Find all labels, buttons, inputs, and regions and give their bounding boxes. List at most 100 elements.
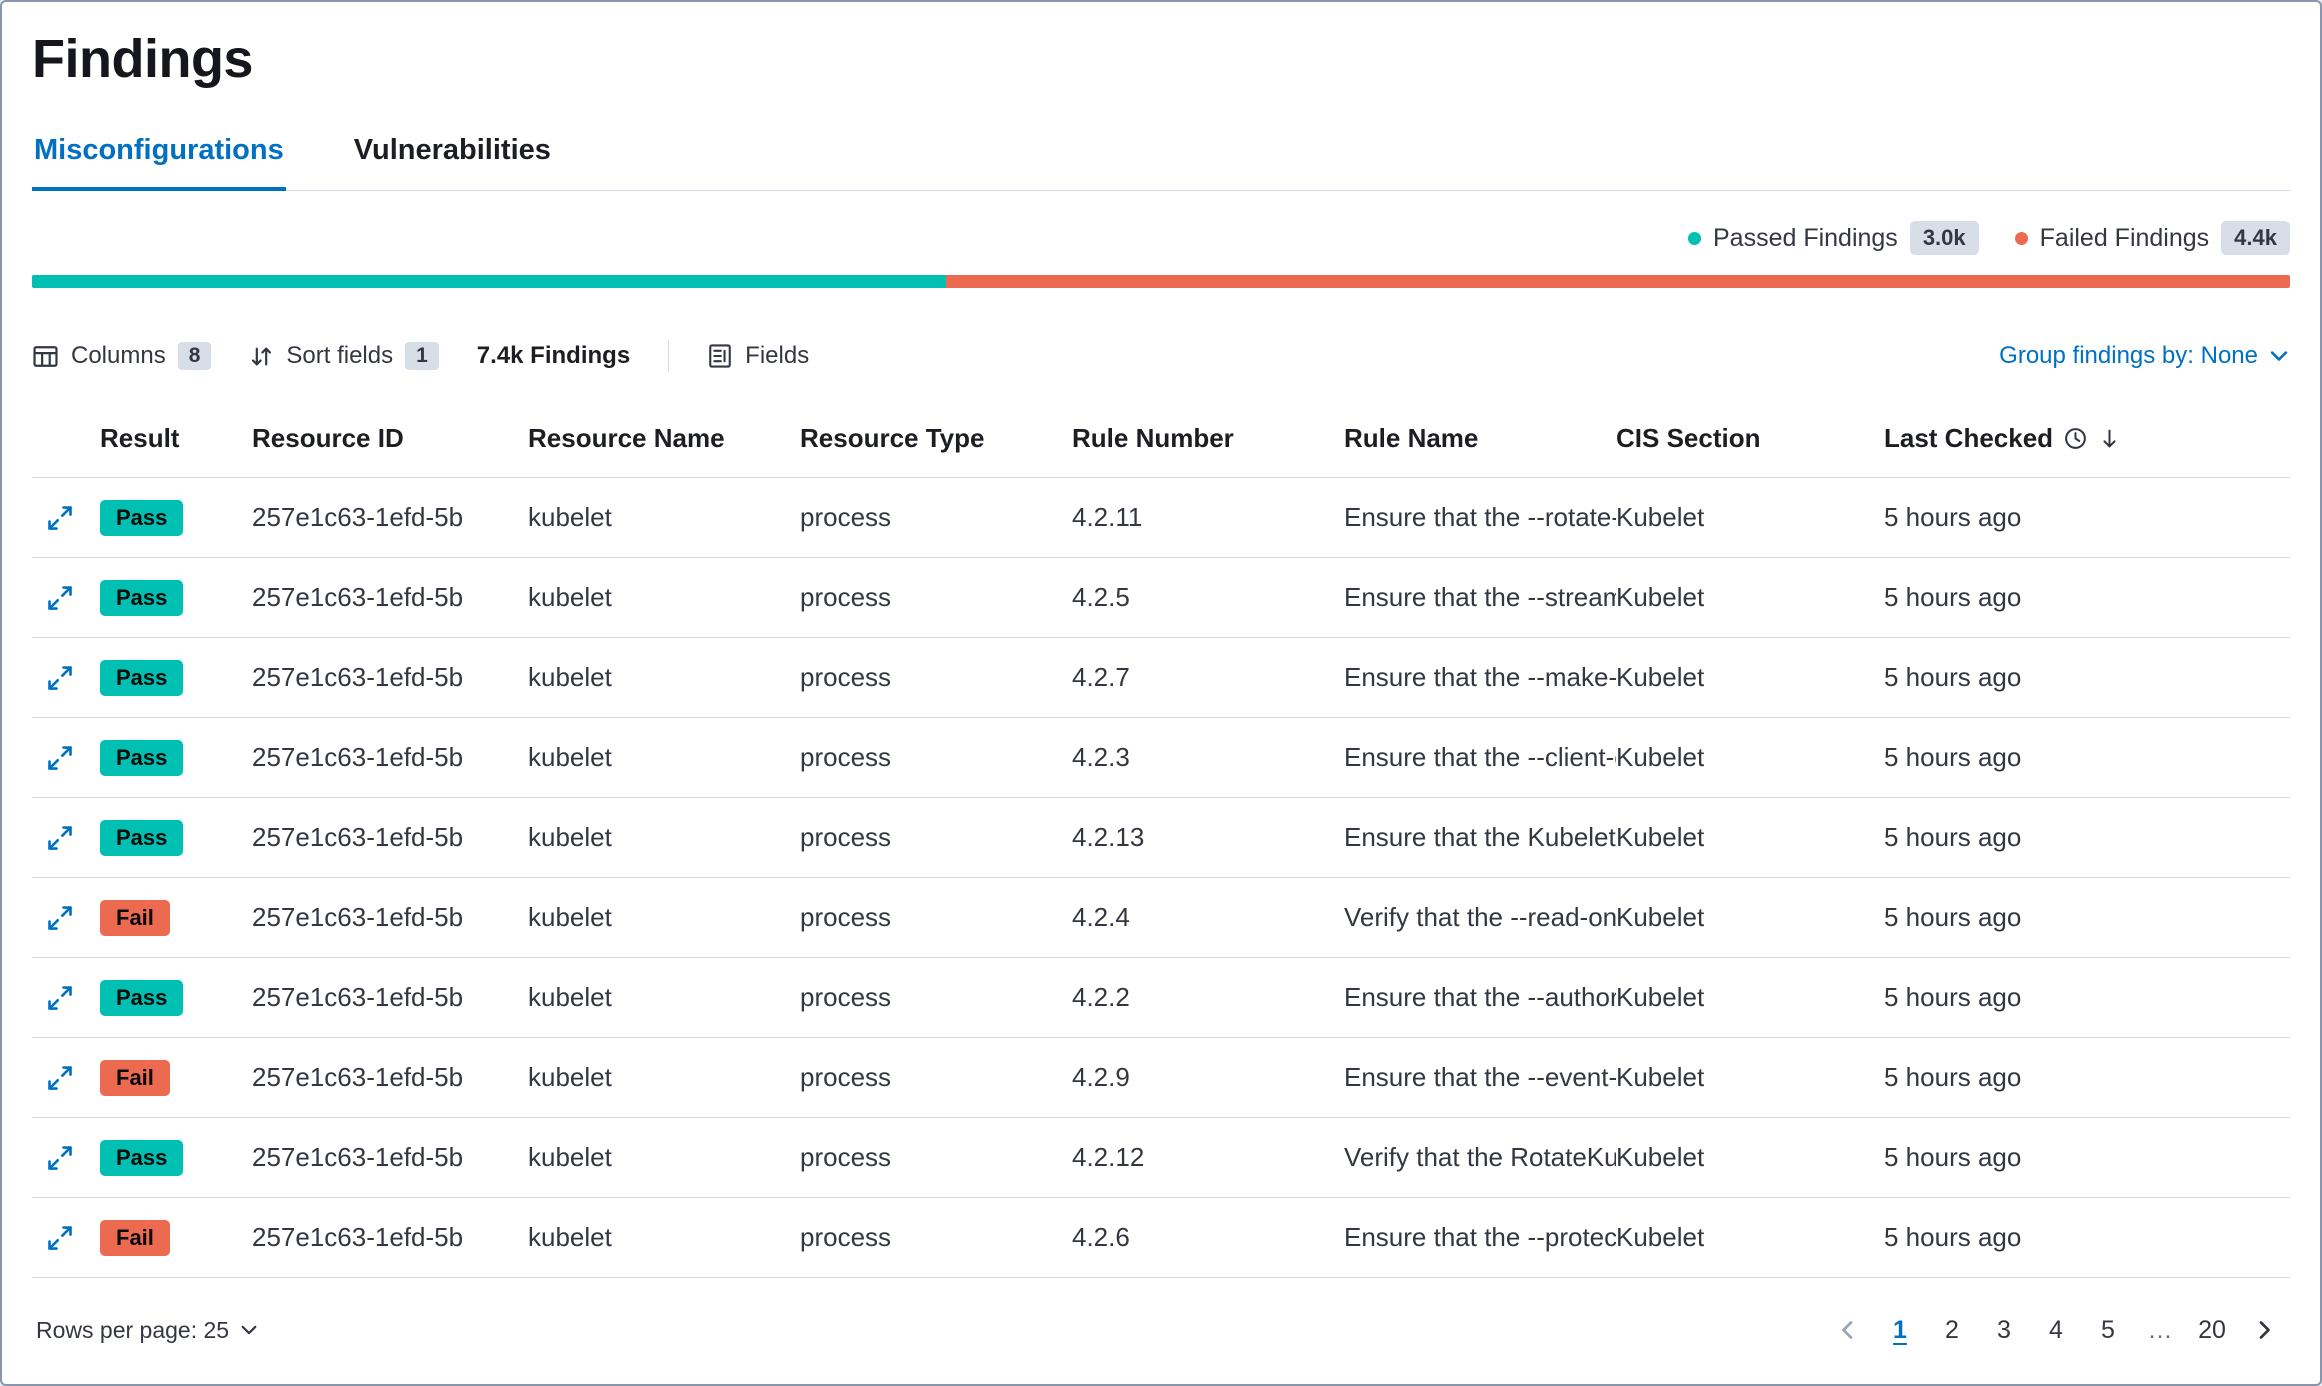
cis-section-cell: Kubelet <box>1616 1222 1884 1253</box>
result-badge: Pass <box>100 1140 183 1176</box>
expand-row-button[interactable] <box>46 984 74 1012</box>
page-button[interactable]: 3 <box>1982 1306 2026 1354</box>
expand-icon <box>46 824 74 852</box>
expand-icon <box>46 664 74 692</box>
table-row: Fail257e1c63-1efd-5bkubeletprocess4.2.6E… <box>32 1198 2290 1278</box>
tab-misconfigurations[interactable]: Misconfigurations <box>32 134 286 191</box>
resource-name-cell: kubelet <box>528 822 800 853</box>
table-row: Pass257e1c63-1efd-5bkubeletprocess4.2.3E… <box>32 718 2290 798</box>
last-checked-cell: 5 hours ago <box>1884 502 2290 533</box>
header-result[interactable]: Result <box>100 423 252 454</box>
columns-button[interactable]: Columns 8 <box>32 342 211 370</box>
last-checked-cell: 5 hours ago <box>1884 582 2290 613</box>
toolbar-separator <box>668 340 669 372</box>
page-button[interactable]: 2 <box>1930 1306 1974 1354</box>
resource-name-cell: kubelet <box>528 982 800 1013</box>
expand-icon <box>46 984 74 1012</box>
result-badge: Fail <box>100 1220 170 1256</box>
resource-id-cell: 257e1c63-1efd-5b <box>252 1222 528 1253</box>
table-row: Pass257e1c63-1efd-5bkubeletprocess4.2.12… <box>32 1118 2290 1198</box>
rule-name-cell: Ensure that the --client-ca-file argumen… <box>1344 742 1616 773</box>
resource-name-cell: kubelet <box>528 1222 800 1253</box>
expand-icon <box>46 1064 74 1092</box>
resource-id-cell: 257e1c63-1efd-5b <box>252 1062 528 1093</box>
rule-name-cell: Ensure that the --event-qps argument is … <box>1344 1062 1616 1093</box>
table-columns-icon <box>32 343 59 370</box>
expand-row-button[interactable] <box>46 1064 74 1092</box>
rule-number-cell: 4.2.2 <box>1072 982 1344 1013</box>
result-badge: Fail <box>100 900 170 936</box>
resource-name-cell: kubelet <box>528 1062 800 1093</box>
rule-number-cell: 4.2.6 <box>1072 1222 1344 1253</box>
passed-dot-icon <box>1688 232 1701 245</box>
findings-legend: Passed Findings 3.0k Failed Findings 4.4… <box>32 217 2290 259</box>
expand-icon <box>46 1224 74 1252</box>
cis-section-cell: Kubelet <box>1616 582 1884 613</box>
header-rule-name[interactable]: Rule Name <box>1344 423 1616 454</box>
page-button[interactable]: 4 <box>2034 1306 2078 1354</box>
previous-page-button[interactable] <box>1826 1306 1870 1354</box>
resource-type-cell: process <box>800 582 1072 613</box>
last-checked-cell: 5 hours ago <box>1884 1222 2290 1253</box>
findings-total-count: 7.4k Findings <box>477 342 630 370</box>
table-row: Pass257e1c63-1efd-5bkubeletprocess4.2.11… <box>32 478 2290 558</box>
table-toolbar: Columns 8 Sort fields 1 7.4k Findings <box>32 340 2290 372</box>
expand-row-button[interactable] <box>46 1144 74 1172</box>
resource-id-cell: 257e1c63-1efd-5b <box>252 502 528 533</box>
resource-name-cell: kubelet <box>528 582 800 613</box>
failed-findings-legend: Failed Findings 4.4k <box>2015 221 2290 255</box>
resource-id-cell: 257e1c63-1efd-5b <box>252 982 528 1013</box>
group-findings-by-button[interactable]: Group findings by: None <box>1999 342 2290 370</box>
chevron-left-icon <box>1836 1318 1860 1342</box>
sort-fields-button[interactable]: Sort fields 1 <box>249 342 438 370</box>
header-last-checked[interactable]: Last Checked <box>1884 423 2290 454</box>
expand-row-button[interactable] <box>46 904 74 932</box>
expand-row-button[interactable] <box>46 824 74 852</box>
expand-row-button[interactable] <box>46 744 74 772</box>
last-checked-cell: 5 hours ago <box>1884 902 2290 933</box>
expand-icon <box>46 904 74 932</box>
expand-row-button[interactable] <box>46 584 74 612</box>
columns-label: Columns <box>71 342 166 370</box>
expand-row-button[interactable] <box>46 664 74 692</box>
page-button[interactable]: 20 <box>2190 1306 2234 1354</box>
columns-count-badge: 8 <box>178 342 212 370</box>
page-button[interactable]: 1 <box>1878 1306 1922 1354</box>
table-row: Pass257e1c63-1efd-5bkubeletprocess4.2.2E… <box>32 958 2290 1038</box>
fields-icon <box>707 343 733 369</box>
result-badge: Fail <box>100 1060 170 1096</box>
result-badge: Pass <box>100 580 183 616</box>
rule-name-cell: Ensure that the --authorization-mode arg… <box>1344 982 1616 1013</box>
result-badge: Pass <box>100 660 183 696</box>
chevron-down-icon <box>2268 345 2290 367</box>
header-resource-type[interactable]: Resource Type <box>800 423 1072 454</box>
pagination-ellipsis: … <box>2138 1306 2182 1354</box>
next-page-button[interactable] <box>2242 1306 2286 1354</box>
table-footer: Rows per page: 25 12345…20 <box>32 1282 2290 1384</box>
fields-button[interactable]: Fields <box>707 342 809 370</box>
tab-vulnerabilities[interactable]: Vulnerabilities <box>352 134 553 191</box>
resource-name-cell: kubelet <box>528 742 800 773</box>
rule-number-cell: 4.2.4 <box>1072 902 1344 933</box>
header-resource-id[interactable]: Resource ID <box>252 423 528 454</box>
table-header-row: Result Resource ID Resource Name Resourc… <box>32 400 2290 478</box>
sort-fields-label: Sort fields <box>286 342 393 370</box>
expand-row-button[interactable] <box>46 504 74 532</box>
header-resource-name[interactable]: Resource Name <box>528 423 800 454</box>
page-button[interactable]: 5 <box>2086 1306 2130 1354</box>
last-checked-cell: 5 hours ago <box>1884 1062 2290 1093</box>
table-row: Fail257e1c63-1efd-5bkubeletprocess4.2.9E… <box>32 1038 2290 1118</box>
passed-findings-count-badge: 3.0k <box>1910 221 1979 255</box>
sort-fields-count-badge: 1 <box>405 342 439 370</box>
chevron-down-icon <box>239 1320 259 1340</box>
resource-id-cell: 257e1c63-1efd-5b <box>252 1142 528 1173</box>
pagination: 12345…20 <box>1826 1306 2286 1354</box>
rule-number-cell: 4.2.3 <box>1072 742 1344 773</box>
header-rule-number[interactable]: Rule Number <box>1072 423 1344 454</box>
cis-section-cell: Kubelet <box>1616 502 1884 533</box>
result-badge: Pass <box>100 980 183 1016</box>
cis-section-cell: Kubelet <box>1616 662 1884 693</box>
rows-per-page-button[interactable]: Rows per page: 25 <box>36 1317 259 1344</box>
header-cis-section[interactable]: CIS Section <box>1616 423 1884 454</box>
expand-row-button[interactable] <box>46 1224 74 1252</box>
